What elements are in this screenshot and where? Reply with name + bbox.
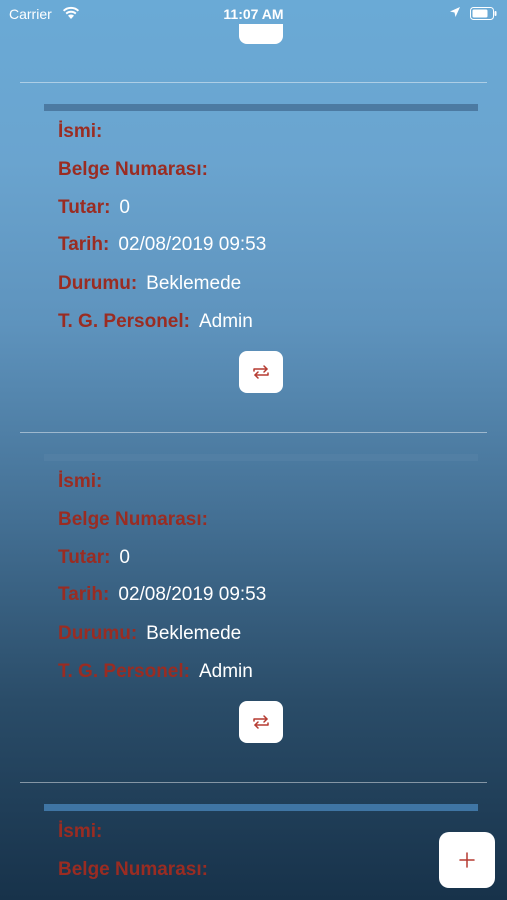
swap-button[interactable] bbox=[239, 701, 283, 743]
date-row: Tarih: 02/08/2019 09:53 bbox=[58, 232, 266, 258]
staff-value: Admin bbox=[198, 661, 253, 682]
plus-icon bbox=[459, 852, 475, 868]
staff-value: Admin bbox=[198, 311, 253, 332]
swap-icon bbox=[253, 365, 269, 379]
staff-label: T. G. Personel: bbox=[58, 311, 190, 332]
staff-label: T. G. Personel: bbox=[58, 661, 190, 682]
status-row: Durumu: Beklemede bbox=[58, 621, 241, 647]
record-divider bbox=[20, 82, 487, 83]
date-label: Tarih: bbox=[58, 584, 110, 605]
swap-button[interactable] bbox=[239, 351, 283, 393]
location-arrow-icon bbox=[450, 7, 460, 17]
amount-value: 0 bbox=[119, 197, 130, 218]
document-number-row: Belge Numarası: bbox=[58, 507, 217, 533]
battery-icon bbox=[470, 7, 497, 20]
card-header-bar bbox=[44, 104, 478, 111]
status-label: Durumu: bbox=[58, 273, 138, 294]
status-value: Beklemede bbox=[146, 623, 242, 644]
name-row: İsmi: bbox=[58, 819, 111, 845]
staff-row: T. G. Personel: Admin bbox=[58, 659, 253, 685]
document-number-label: Belge Numarası: bbox=[58, 509, 208, 530]
date-label: Tarih: bbox=[58, 234, 110, 255]
add-button[interactable] bbox=[439, 832, 495, 888]
name-row: İsmi: bbox=[58, 469, 111, 495]
name-label: İsmi: bbox=[58, 121, 103, 142]
record-divider bbox=[20, 432, 487, 433]
amount-row: Tutar: 0 bbox=[58, 195, 130, 221]
clock: 11:07 AM bbox=[223, 6, 284, 22]
name-label: İsmi: bbox=[58, 471, 103, 492]
status-label: Durumu: bbox=[58, 623, 138, 644]
swap-icon bbox=[253, 715, 269, 729]
document-number-label: Belge Numarası: bbox=[58, 159, 208, 180]
previous-card-swap-button[interactable] bbox=[239, 24, 283, 44]
record-divider bbox=[20, 782, 487, 783]
status-value: Beklemede bbox=[146, 273, 242, 294]
date-row: Tarih: 02/08/2019 09:53 bbox=[58, 582, 266, 608]
date-value: 02/08/2019 09:53 bbox=[118, 234, 267, 255]
amount-label: Tutar: bbox=[58, 197, 111, 218]
amount-label: Tutar: bbox=[58, 547, 111, 568]
amount-value: 0 bbox=[119, 547, 130, 568]
status-row: Durumu: Beklemede bbox=[58, 271, 241, 297]
date-value: 02/08/2019 09:53 bbox=[118, 584, 267, 605]
card-header-bar bbox=[44, 454, 478, 461]
staff-row: T. G. Personel: Admin bbox=[58, 309, 253, 335]
document-number-row: Belge Numarası: bbox=[58, 157, 217, 183]
card-header-bar bbox=[44, 804, 478, 811]
name-row: İsmi: bbox=[58, 119, 111, 145]
document-number-row: Belge Numarası: bbox=[58, 857, 217, 883]
document-number-label: Belge Numarası: bbox=[58, 859, 208, 880]
name-label: İsmi: bbox=[58, 821, 103, 842]
amount-row: Tutar: 0 bbox=[58, 545, 130, 571]
